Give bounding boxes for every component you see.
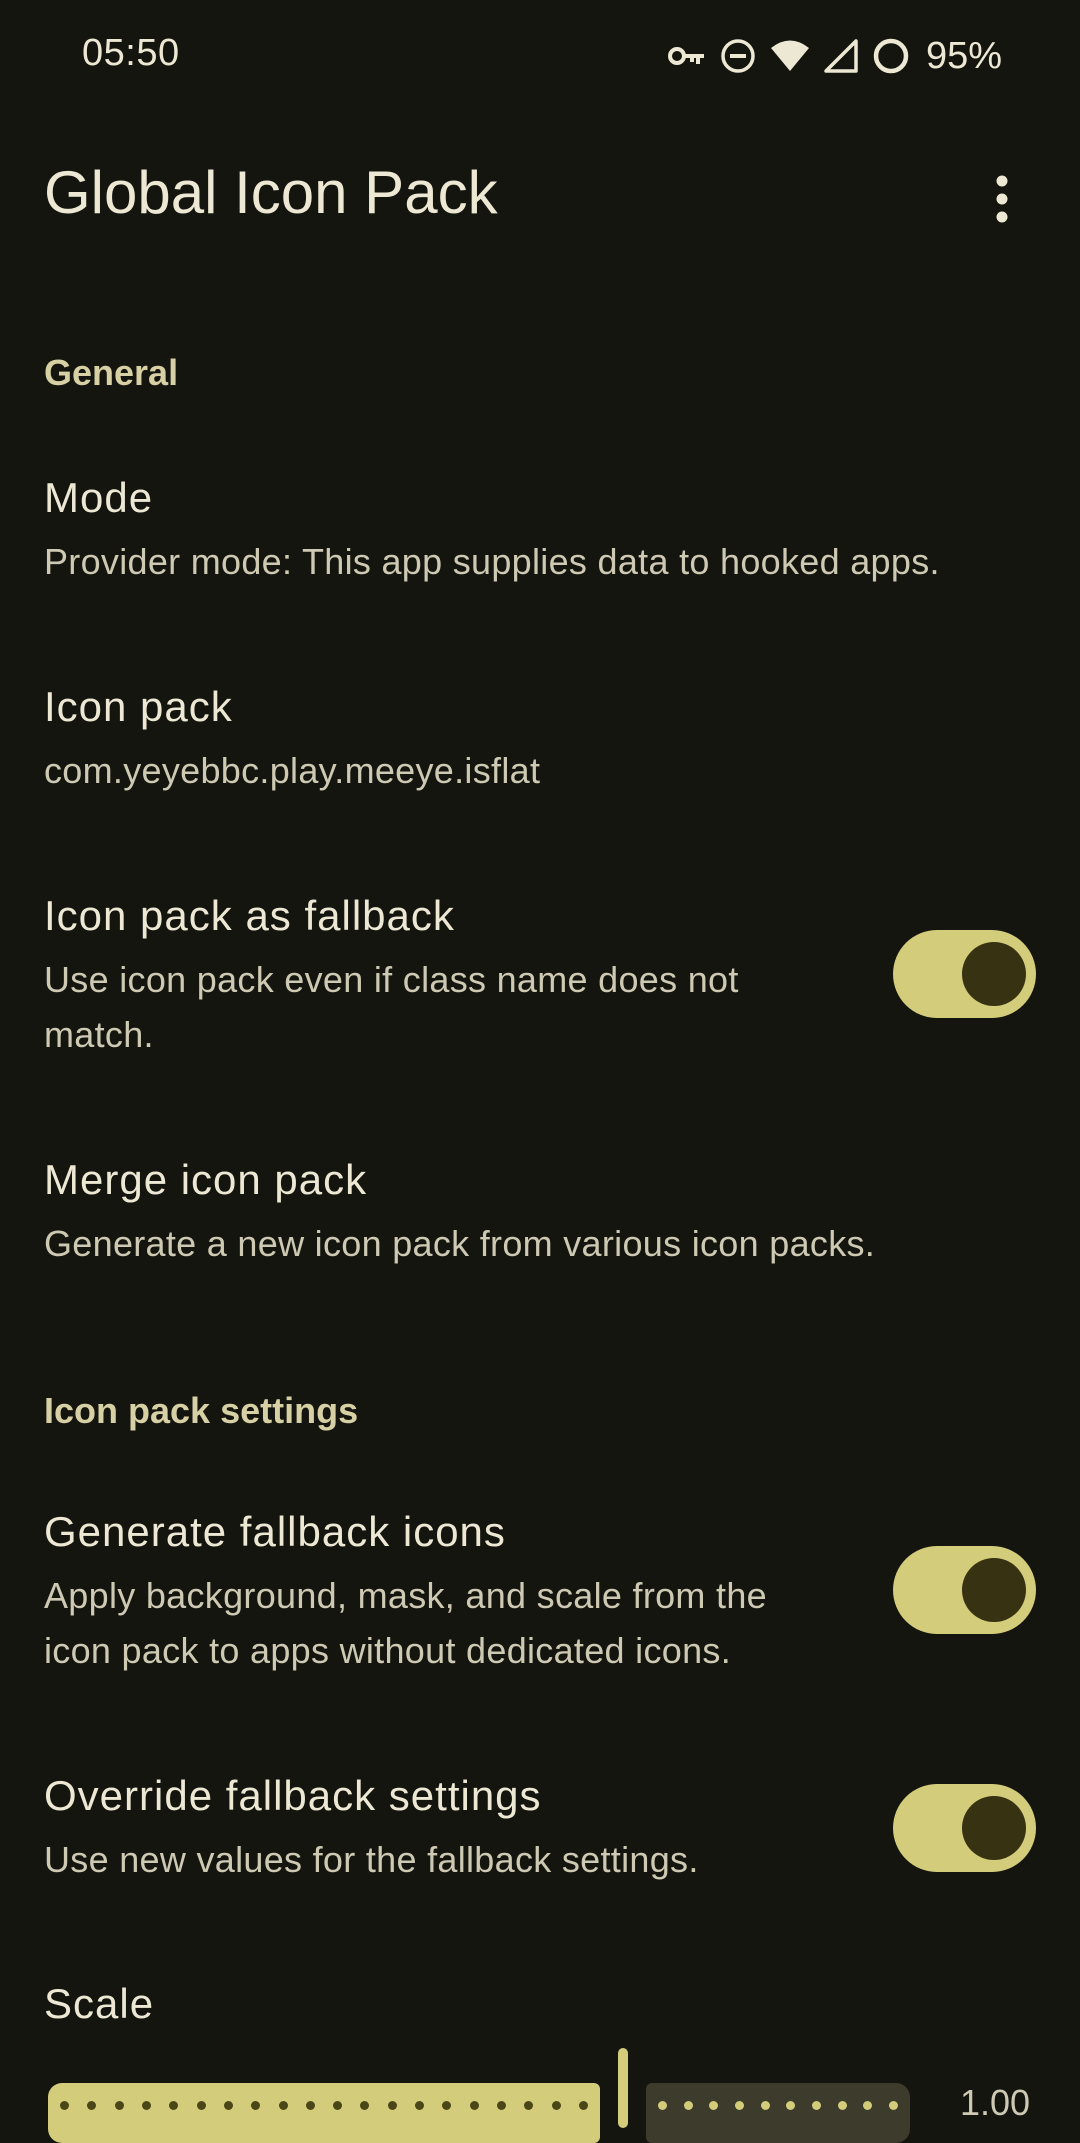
pref-override-fallback-title: Override fallback settings bbox=[44, 1772, 542, 1819]
switch-thumb bbox=[962, 942, 1026, 1006]
icon-pack-fallback-switch[interactable] bbox=[893, 930, 1036, 1018]
generate-fallback-switch[interactable] bbox=[893, 1546, 1036, 1634]
pref-mode-summary: Provider mode: This app supplies data to… bbox=[44, 541, 940, 582]
pref-scale: Scale bbox=[0, 1980, 1080, 2050]
app-bar: Global Icon Pack bbox=[0, 140, 1080, 250]
status-icons: 95% bbox=[667, 34, 1002, 78]
pref-icon-pack-fallback-title: Icon pack as fallback bbox=[44, 892, 455, 939]
scale-slider-inactive-track[interactable] bbox=[646, 2083, 910, 2143]
status-bar: 05:50 95% bbox=[0, 0, 1080, 112]
pref-merge-icon-pack-title: Merge icon pack bbox=[44, 1156, 368, 1203]
pref-generate-fallback-summary: Apply background, mask, and scale from t… bbox=[44, 1575, 767, 1671]
slider-tick-marks bbox=[60, 2101, 588, 2111]
slider-tick-marks bbox=[658, 2101, 898, 2111]
battery-percentage: 95% bbox=[925, 34, 1002, 77]
switch-thumb bbox=[962, 1796, 1026, 1860]
pref-scale-title: Scale bbox=[44, 1980, 155, 2027]
wifi-icon bbox=[770, 39, 810, 73]
switch-thumb bbox=[962, 1558, 1026, 1622]
pref-mode[interactable]: Mode Provider mode: This app supplies da… bbox=[0, 474, 1080, 624]
pref-generate-fallback-title: Generate fallback icons bbox=[44, 1508, 506, 1555]
status-time: 05:50 bbox=[82, 32, 180, 74]
page-title: Global Icon Pack bbox=[44, 159, 498, 226]
pref-mode-title: Mode bbox=[44, 474, 154, 521]
pref-merge-icon-pack-summary: Generate a new icon pack from various ic… bbox=[44, 1223, 876, 1264]
category-general: General bbox=[44, 352, 179, 393]
scale-slider-handle[interactable] bbox=[618, 2048, 628, 2128]
override-fallback-switch[interactable] bbox=[893, 1784, 1036, 1872]
vpn-key-icon bbox=[667, 43, 706, 69]
do-not-disturb-icon bbox=[720, 38, 756, 74]
overflow-menu-button[interactable] bbox=[972, 164, 1032, 234]
category-icon-pack-settings: Icon pack settings bbox=[44, 1390, 359, 1431]
battery-saver-icon bbox=[872, 37, 910, 75]
pref-icon-pack-title: Icon pack bbox=[44, 683, 233, 730]
pref-icon-pack-summary: com.yeyebbc.play.meeye.isflat bbox=[44, 750, 541, 791]
pref-icon-pack[interactable]: Icon pack com.yeyebbc.play.meeye.isflat bbox=[0, 683, 1080, 833]
pref-merge-icon-pack[interactable]: Merge icon pack Generate a new icon pack… bbox=[0, 1156, 1080, 1306]
scale-value: 1.00 bbox=[960, 2082, 1031, 2123]
cell-signal-icon bbox=[824, 39, 858, 73]
more-vert-icon bbox=[996, 175, 1008, 223]
pref-icon-pack-fallback-summary: Use icon pack even if class name does no… bbox=[44, 959, 739, 1055]
scale-slider-active-track[interactable] bbox=[48, 2083, 600, 2143]
